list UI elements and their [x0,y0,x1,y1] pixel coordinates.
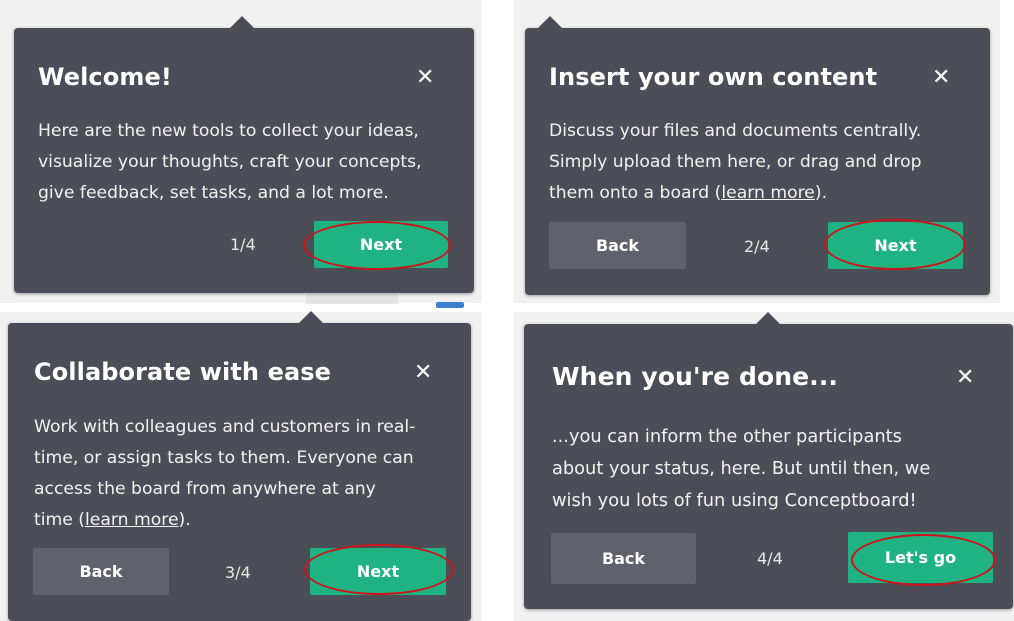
tooltip-title: Welcome! [38,63,172,91]
tooltip-title: Collaborate with ease [34,358,332,386]
back-button[interactable]: Back [33,548,169,595]
background-thumbnail-strip [306,294,398,304]
back-button[interactable]: Back [551,533,696,584]
tour-tooltip-done: When you're done... ✕ ...you can inform … [524,312,1013,609]
tooltip-pointer [755,312,781,325]
tooltip-body: ...you can inform the other participants… [552,426,931,511]
step-counter: 4/4 [757,549,783,568]
tooltip-pointer [537,16,563,29]
back-button[interactable]: Back [549,222,686,269]
close-icon[interactable]: ✕ [932,67,950,89]
tour-tooltip-insert-content: Insert your own content ✕ Discuss your f… [525,16,990,295]
tooltip-pointer [229,16,255,29]
learn-more-link[interactable]: learn more [721,183,815,203]
lets-go-button[interactable]: Let's go [848,532,993,583]
tooltip-title: Insert your own content [549,63,878,91]
step-counter: 2/4 [744,237,770,256]
tooltip-body: Work with colleagues and customers in re… [34,417,416,530]
step-counter: 1/4 [230,235,256,254]
next-button[interactable]: Next [310,548,446,595]
step-counter: 3/4 [225,563,251,582]
close-icon[interactable]: ✕ [956,367,974,389]
tooltip-title: When you're done... [552,362,838,391]
close-icon[interactable]: ✕ [414,362,432,384]
tooltip-body: Here are the new tools to collect your i… [38,121,422,203]
tooltip-pointer [298,311,324,324]
next-button[interactable]: Next [314,221,448,268]
tour-tooltip-collaborate: Collaborate with ease ✕ Work with collea… [8,311,471,621]
background-toolbar-hint [436,302,464,308]
tooltip-body: Discuss your files and documents central… [549,121,922,203]
tour-tooltip-welcome: Welcome! ✕ Here are the new tools to col… [14,16,474,293]
learn-more-link[interactable]: learn more [85,510,179,530]
next-button[interactable]: Next [828,222,963,269]
close-icon[interactable]: ✕ [416,67,434,89]
